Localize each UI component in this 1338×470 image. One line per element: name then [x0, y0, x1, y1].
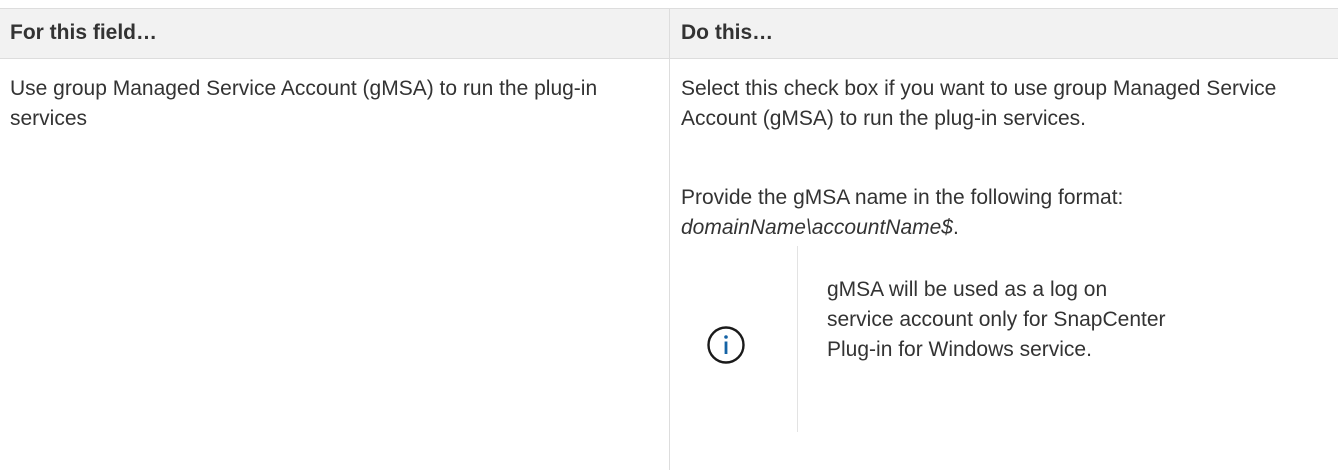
header-action-label: Do this… — [681, 21, 774, 44]
info-icon — [706, 325, 746, 365]
field-instructions-table: For this field… Do this… Use group Manag… — [0, 0, 1338, 470]
format-suffix-text: . — [952, 216, 959, 239]
format-prefix-text: Provide the gMSA name in the following f… — [681, 186, 1124, 209]
row-action-paragraph-2: Provide the gMSA name in the following f… — [681, 183, 1331, 243]
table-header-field: For this field… — [0, 8, 669, 59]
table-header-action: Do this… — [669, 8, 1338, 59]
note-admonition: gMSA will be used as a log on service ac… — [681, 246, 1331, 436]
note-divider — [797, 246, 798, 432]
note-text: gMSA will be used as a log on service ac… — [827, 278, 1166, 361]
row-action-paragraph-1: Select this check box if you want to use… — [681, 77, 1277, 130]
column-divider — [669, 59, 670, 470]
gmsa-format-example: domainName\accountName$ — [681, 216, 953, 239]
header-field-label: For this field… — [10, 21, 157, 44]
row-field-name: Use group Managed Service Account (gMSA)… — [10, 77, 598, 130]
